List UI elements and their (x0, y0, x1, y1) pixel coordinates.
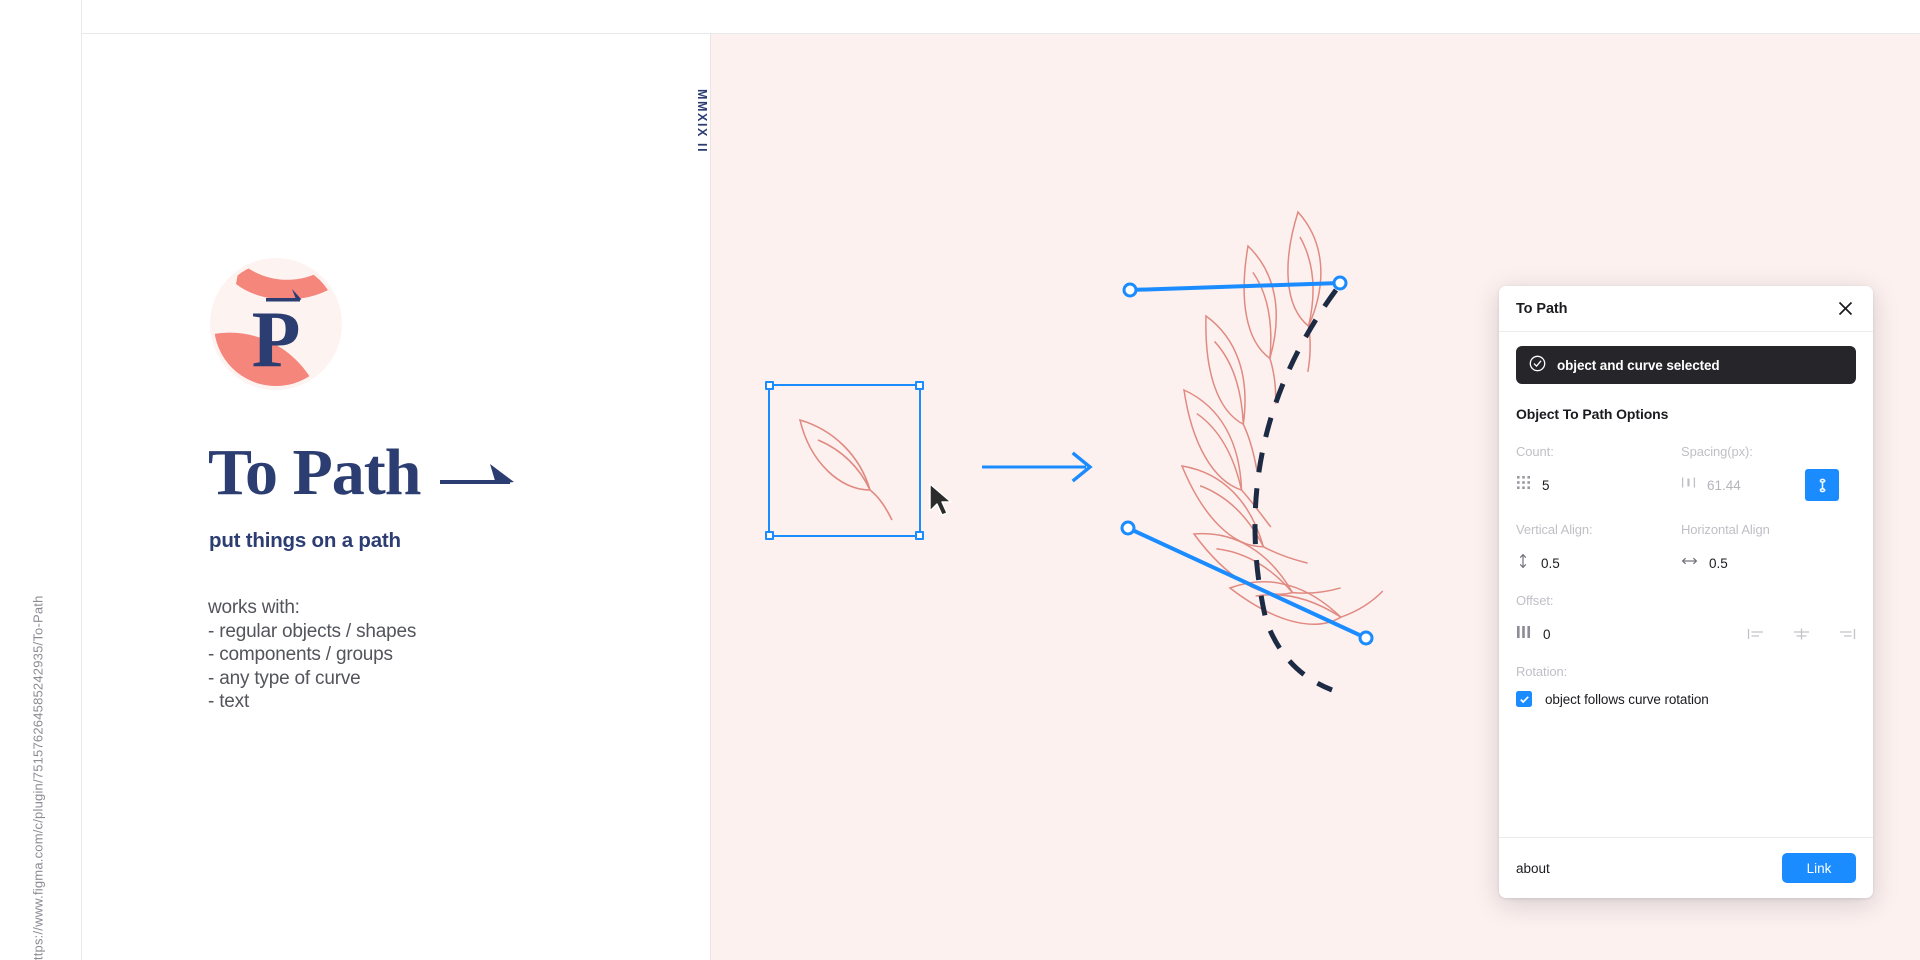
resize-handle-top-right[interactable] (915, 381, 924, 390)
panel-header: To Path (1499, 286, 1873, 332)
offset-label: Offset: (1516, 593, 1554, 608)
works-with-heading: works with: (208, 597, 300, 618)
align-center-icon[interactable] (1792, 627, 1811, 641)
list-item: - any type of curve (208, 667, 361, 689)
resize-handle-bottom-right[interactable] (915, 531, 924, 540)
arrow-right-icon (438, 440, 516, 506)
count-input[interactable]: 5 (1516, 470, 1681, 500)
link-button[interactable]: Link (1782, 853, 1856, 883)
horizontal-align-input[interactable]: 0.5 (1681, 548, 1856, 578)
horizontal-align-value: 0.5 (1709, 555, 1728, 571)
page-title-text: To Path (208, 436, 421, 509)
count-spacing-labels: Count: Spacing(px): (1516, 444, 1856, 459)
status-toast: object and curve selected (1516, 346, 1856, 384)
panel-footer: about Link (1499, 837, 1873, 898)
selection-bounding-box[interactable] (765, 381, 924, 540)
to-path-logo: P (200, 248, 352, 400)
spacing-icon (1681, 475, 1696, 495)
list-item: - components / groups (208, 644, 393, 665)
figma-canvas-screen: https://www.figma.com/c/plugin/751576264… (0, 0, 1920, 960)
spacing-label: Spacing(px): (1681, 444, 1753, 459)
count-value: 5 (1542, 477, 1550, 493)
align-inputs: 0.5 0.5 (1516, 548, 1856, 578)
panel-title: To Path (1516, 300, 1568, 317)
vertical-arrows-icon (1516, 553, 1530, 574)
rotation-label: Rotation: (1516, 664, 1568, 679)
spacing-value: 61.44 (1707, 477, 1741, 493)
plugin-url-label: https://www.figma.com/c/plugin/751576264… (30, 595, 46, 960)
align-start-icon[interactable] (1747, 627, 1766, 641)
align-end-icon[interactable] (1837, 627, 1856, 641)
panel-body: object and curve selected Object To Path… (1499, 332, 1873, 837)
follows-rotation-row[interactable]: object follows curve rotation (1516, 691, 1856, 707)
resize-handle-bottom-left[interactable] (765, 531, 774, 540)
curve-handle-bottom (1120, 520, 1374, 646)
follows-rotation-checkbox[interactable] (1516, 691, 1532, 707)
svg-text:P: P (252, 296, 301, 384)
offset-value: 0 (1543, 626, 1551, 642)
horizontal-align-label: Horizontal Align (1681, 522, 1770, 537)
follows-rotation-label: object follows curve rotation (1545, 691, 1709, 707)
vertical-align-label: Vertical Align: (1516, 522, 1593, 537)
year-mark-label: MMXIX II (695, 89, 709, 154)
status-toast-message: object and curve selected (1557, 357, 1720, 373)
vertical-align-input[interactable]: 0.5 (1516, 548, 1681, 578)
offset-align-buttons (1681, 619, 1856, 649)
bars-icon (1516, 624, 1532, 645)
about-link[interactable]: about (1516, 861, 1550, 876)
works-with-list: works with: - regular objects / shapes -… (208, 596, 416, 714)
check-circle-icon (1529, 355, 1546, 375)
grid-dots-icon (1516, 475, 1531, 495)
horizontal-arrows-icon (1681, 554, 1698, 573)
close-icon[interactable] (1834, 298, 1856, 320)
page-subtitle: put things on a path (209, 529, 401, 552)
transition-arrow-icon (982, 448, 1102, 488)
resize-handle-top-left[interactable] (765, 381, 774, 390)
plugin-panel: To Path object and curve selected Object… (1499, 286, 1873, 898)
align-labels: Vertical Align: Horizontal Align (1516, 522, 1856, 537)
mouse-cursor (928, 483, 954, 519)
vertical-align-value: 0.5 (1541, 555, 1560, 571)
section-title: Object To Path Options (1516, 406, 1669, 422)
leaf-chain-result (1120, 190, 1450, 710)
offset-input[interactable]: 0 (1516, 619, 1681, 649)
list-item: - regular objects / shapes (208, 620, 417, 642)
count-spacing-inputs: 5 61.44 (1516, 469, 1856, 501)
link-chain-icon[interactable] (1805, 469, 1839, 501)
offset-row: 0 (1516, 619, 1856, 649)
canvas-top-ruler (82, 0, 1920, 34)
list-item: - text (208, 691, 250, 712)
count-label: Count: (1516, 444, 1554, 459)
page-title: To Path (208, 440, 516, 506)
